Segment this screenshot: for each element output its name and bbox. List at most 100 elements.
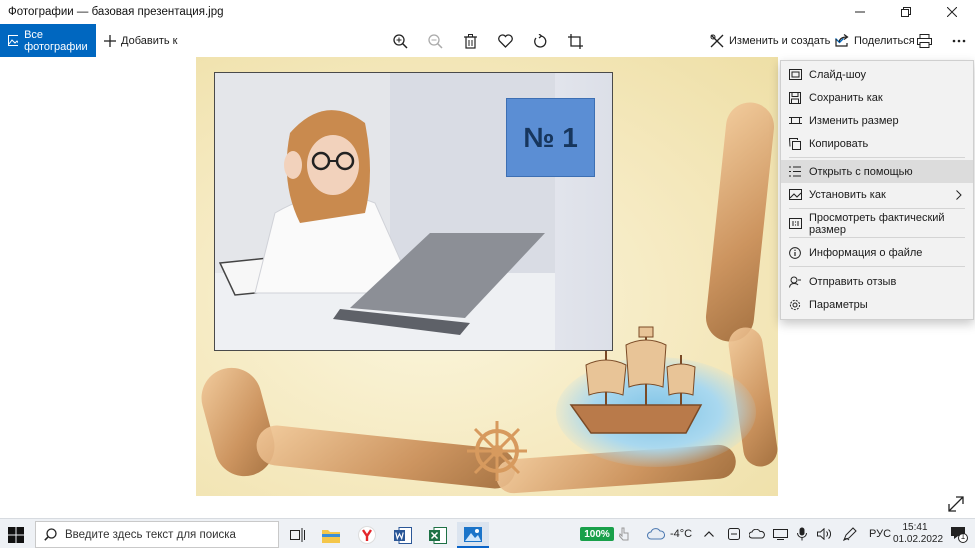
zoom-out-button[interactable] <box>424 30 446 52</box>
number-badge: № 1 <box>506 98 595 177</box>
menu-item-open-with[interactable]: Открыть с помощью <box>781 160 973 183</box>
printer-icon <box>916 34 932 48</box>
menu-item-file-info[interactable]: Информация о файле <box>781 241 973 264</box>
language-indicator[interactable]: РУС <box>869 525 891 543</box>
pen-icon <box>843 527 857 541</box>
more-options-button[interactable] <box>948 30 970 52</box>
tray-app-icon[interactable] <box>727 525 741 543</box>
taskbar-yandex-browser[interactable] <box>351 522 383 548</box>
delete-button[interactable] <box>459 30 481 52</box>
close-button[interactable] <box>929 0 975 24</box>
weather-temperature: -4°C <box>670 528 693 540</box>
share-icon <box>835 34 849 47</box>
menu-item-label: Открыть с помощью <box>809 165 913 178</box>
excel-icon <box>429 526 447 544</box>
all-photos-label: Все фотографии <box>24 28 88 53</box>
menu-item-label: Отправить отзыв <box>809 275 897 288</box>
menu-item-settings[interactable]: Параметры <box>781 293 973 316</box>
photos-app-icon <box>464 526 482 542</box>
menu-item-label: Изменить размер <box>809 114 899 127</box>
scroll-ribbon <box>196 361 282 483</box>
menu-item-label: Слайд-шоу <box>809 68 867 81</box>
close-icon <box>947 7 957 17</box>
zoom-out-icon <box>427 33 443 49</box>
open-with-icon <box>789 166 801 177</box>
ship-wheel-icon <box>467 421 527 481</box>
weather-widget[interactable]: -4°C <box>647 525 692 543</box>
task-view-button[interactable] <box>281 522 313 548</box>
taskbar-excel[interactable] <box>422 522 454 548</box>
menu-item-resize[interactable]: Изменить размер <box>781 109 973 132</box>
plus-icon <box>104 34 116 47</box>
clock-date: 01.02.2022 <box>893 534 944 545</box>
onedrive-button[interactable] <box>749 525 765 543</box>
window-title: Фотографии — базовая презентация.jpg <box>8 6 224 18</box>
yandex-browser-icon <box>358 526 376 544</box>
menu-item-save-as[interactable]: Сохранить как <box>781 86 973 109</box>
more-icon <box>952 39 966 43</box>
info-icon <box>789 246 801 259</box>
menu-separator <box>789 157 965 158</box>
menu-item-label: Установить как <box>809 188 886 201</box>
print-button[interactable] <box>913 30 935 52</box>
trash-icon <box>463 33 477 49</box>
toolbar: Все фотографии Добавить к Изменить и соз… <box>0 24 975 57</box>
menu-item-feedback[interactable]: Отправить отзыв <box>781 270 973 293</box>
expand-icon[interactable] <box>946 494 966 514</box>
taskbar-photos[interactable] <box>457 522 489 548</box>
taskbar: Введите здесь текст для поиска 100% -4°C <box>0 518 975 548</box>
clock-time: 15:41 <box>902 522 928 533</box>
volume-button[interactable] <box>817 525 832 543</box>
copy-icon <box>789 137 801 150</box>
notification-count: 1 <box>960 532 966 541</box>
network-button[interactable] <box>773 525 788 543</box>
more-options-menu: Слайд-шоу Сохранить как Изменить размер … <box>780 60 974 320</box>
chevron-right-icon <box>956 189 962 200</box>
menu-item-actual-size[interactable]: Просмотреть фактический размер <box>781 212 973 236</box>
photo-icon <box>8 35 19 46</box>
task-view-icon <box>289 528 305 542</box>
menu-item-set-as[interactable]: Установить как <box>781 183 973 206</box>
menu-separator <box>789 208 965 209</box>
taskbar-word[interactable] <box>387 522 419 548</box>
settings-icon <box>789 299 801 310</box>
menu-item-label: Параметры <box>809 298 868 311</box>
network-icon <box>773 528 788 540</box>
windows-start-icon[interactable] <box>6 525 26 545</box>
show-hidden-icons-button[interactable] <box>704 525 714 543</box>
taskbar-search-box[interactable]: Введите здесь текст для поиска <box>35 521 279 548</box>
zoom-in-button[interactable] <box>389 30 411 52</box>
menu-item-copy[interactable]: Копировать <box>781 132 973 155</box>
set-as-icon <box>788 189 802 200</box>
minimize-button[interactable] <box>837 0 883 24</box>
pointer-icon <box>619 527 629 541</box>
edit-create-button[interactable]: Изменить и создать <box>710 24 845 57</box>
microphone-button[interactable] <box>797 525 807 543</box>
restore-button[interactable] <box>883 0 929 24</box>
minimize-icon <box>855 11 865 13</box>
all-photos-button[interactable]: Все фотографии <box>0 24 96 57</box>
menu-item-label: Информация о файле <box>809 246 923 259</box>
save-icon <box>789 91 801 104</box>
touch-icon-button[interactable] <box>619 525 629 543</box>
clock[interactable]: 15:41 01.02.2022 <box>893 522 944 546</box>
share-button[interactable]: Поделиться <box>835 24 915 57</box>
menu-item-label: Сохранить как <box>809 91 883 104</box>
scroll-ribbon <box>703 100 777 344</box>
search-placeholder: Введите здесь текст для поиска <box>65 528 236 541</box>
battery-indicator[interactable]: 100% <box>580 527 614 541</box>
add-to-button[interactable]: Добавить к <box>104 24 177 57</box>
microphone-icon <box>797 527 807 541</box>
edit-create-label: Изменить и создать <box>729 34 831 47</box>
add-to-label: Добавить к <box>121 34 178 47</box>
pen-button[interactable] <box>843 525 857 543</box>
folder-icon <box>322 529 340 543</box>
crop-button[interactable] <box>564 30 586 52</box>
rotate-button[interactable] <box>529 30 551 52</box>
favorite-button[interactable] <box>494 30 516 52</box>
menu-item-slideshow[interactable]: Слайд-шоу <box>781 63 973 86</box>
menu-item-label: Копировать <box>809 137 869 150</box>
presentation-image: № 1 <box>196 57 778 496</box>
notifications-button[interactable]: 1 <box>950 525 968 543</box>
taskbar-file-explorer[interactable] <box>315 522 347 548</box>
